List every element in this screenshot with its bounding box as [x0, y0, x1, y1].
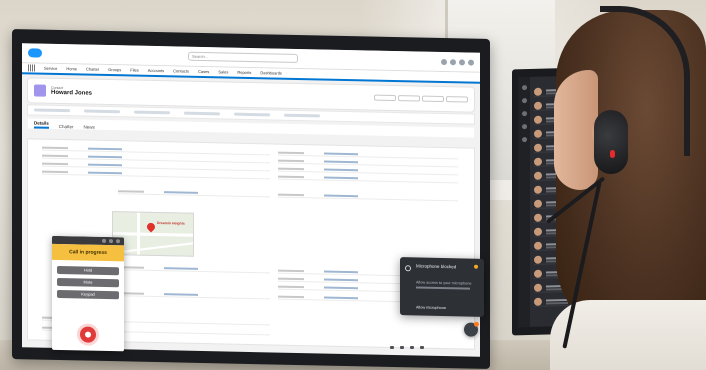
minimize-icon[interactable] [102, 238, 106, 243]
sidebar-icon[interactable] [521, 98, 527, 104]
mute-button[interactable]: Mute [57, 277, 119, 288]
popout-icon[interactable] [109, 239, 113, 244]
field-row [278, 174, 458, 184]
sidebar-icon[interactable] [521, 137, 527, 143]
microphone-icon [405, 265, 411, 272]
field-row [278, 158, 458, 168]
sidebar-icon[interactable] [521, 124, 527, 130]
agent-person [540, 0, 706, 370]
field-row [118, 265, 270, 274]
nav-item-chatter[interactable]: Chatter [86, 67, 99, 72]
related-link[interactable] [184, 111, 220, 116]
secondary-sidebar [518, 76, 530, 328]
field-row [278, 192, 458, 202]
record-title: Contact Howard Jones [51, 86, 92, 97]
help-icon[interactable] [441, 58, 447, 65]
cloud-logo-icon [28, 48, 42, 58]
address-map[interactable]: Dreamin Heights [112, 211, 194, 257]
notification-badge [474, 321, 479, 327]
notification-text-line [416, 286, 470, 290]
headset-status-light [610, 150, 615, 158]
related-link[interactable] [284, 113, 320, 118]
nav-item-groups[interactable]: Groups [108, 67, 121, 72]
tab-news[interactable]: News [84, 124, 95, 129]
hold-button[interactable]: Hold [57, 265, 119, 276]
notification-title: Microphone blocked [416, 263, 457, 270]
monitor-button[interactable] [420, 346, 424, 349]
nav-item-home[interactable]: Home [66, 66, 77, 71]
global-search-input[interactable]: Search... [188, 51, 298, 63]
settings-icon[interactable] [116, 239, 120, 244]
tab-chatter[interactable]: Chatter [59, 124, 74, 129]
call-status-banner: Call in progress [52, 243, 124, 262]
avatar[interactable] [468, 59, 474, 66]
nav-item-sales[interactable]: Sales [218, 69, 228, 74]
record-actions [374, 94, 468, 103]
related-link[interactable] [34, 108, 70, 113]
field-row [118, 189, 270, 198]
new-case-button[interactable] [422, 95, 444, 103]
end-call-button[interactable] [80, 326, 96, 343]
softphone-panel: Call in progress Hold Mute Keypad [52, 235, 124, 352]
app-name: Service [44, 65, 58, 71]
edit-button[interactable] [398, 95, 420, 102]
contact-icon [34, 84, 46, 97]
nav-item-files[interactable]: Files [130, 67, 138, 72]
field-row [278, 166, 458, 176]
record-name: Howard Jones [51, 89, 93, 97]
related-link[interactable] [234, 112, 270, 117]
setup-icon[interactable] [450, 58, 456, 65]
field-row [118, 291, 270, 300]
monitor-button[interactable] [390, 346, 394, 349]
office-scene: Search... Service Home Chatter Groups Fi… [0, 0, 706, 370]
microphone-notification: Microphone blocked Allow access to your … [400, 257, 484, 317]
related-link[interactable] [84, 109, 120, 114]
nav-item-contacts[interactable]: Contacts [173, 68, 189, 73]
sidebar-icon[interactable] [521, 85, 527, 91]
field-row [42, 169, 270, 180]
map-road [113, 242, 194, 254]
map-pin-icon[interactable] [145, 221, 157, 233]
nav-item-reports[interactable]: Reports [237, 70, 251, 75]
map-road [113, 232, 194, 237]
more-actions-button[interactable] [446, 96, 468, 103]
close-icon[interactable] [474, 264, 478, 269]
sidebar-icon[interactable] [521, 111, 527, 117]
utility-bar-button[interactable] [464, 321, 479, 337]
keypad-button[interactable]: Keypad [57, 289, 119, 300]
tab-details[interactable]: Details [34, 120, 49, 129]
monitor-controls [390, 346, 470, 350]
allow-microphone-link[interactable]: Allow microphone [416, 305, 446, 310]
field-row [278, 150, 458, 160]
map-label: Dreamin Heights [157, 221, 185, 226]
header-icons [441, 58, 474, 66]
nav-item-dashboards[interactable]: Dashboards [260, 70, 282, 75]
follow-button[interactable] [374, 94, 396, 102]
nav-item-accounts[interactable]: Accounts [148, 68, 164, 73]
bell-icon[interactable] [459, 58, 465, 65]
app-launcher-icon[interactable] [28, 64, 35, 72]
related-link[interactable] [134, 110, 170, 115]
notification-subtitle: Allow access to your microphone [416, 280, 472, 286]
main-monitor: Search... Service Home Chatter Groups Fi… [12, 28, 490, 370]
headset-earcup [594, 110, 628, 174]
monitor-button[interactable] [410, 346, 414, 349]
nav-item-cases[interactable]: Cases [198, 69, 209, 74]
monitor-button[interactable] [400, 346, 404, 349]
